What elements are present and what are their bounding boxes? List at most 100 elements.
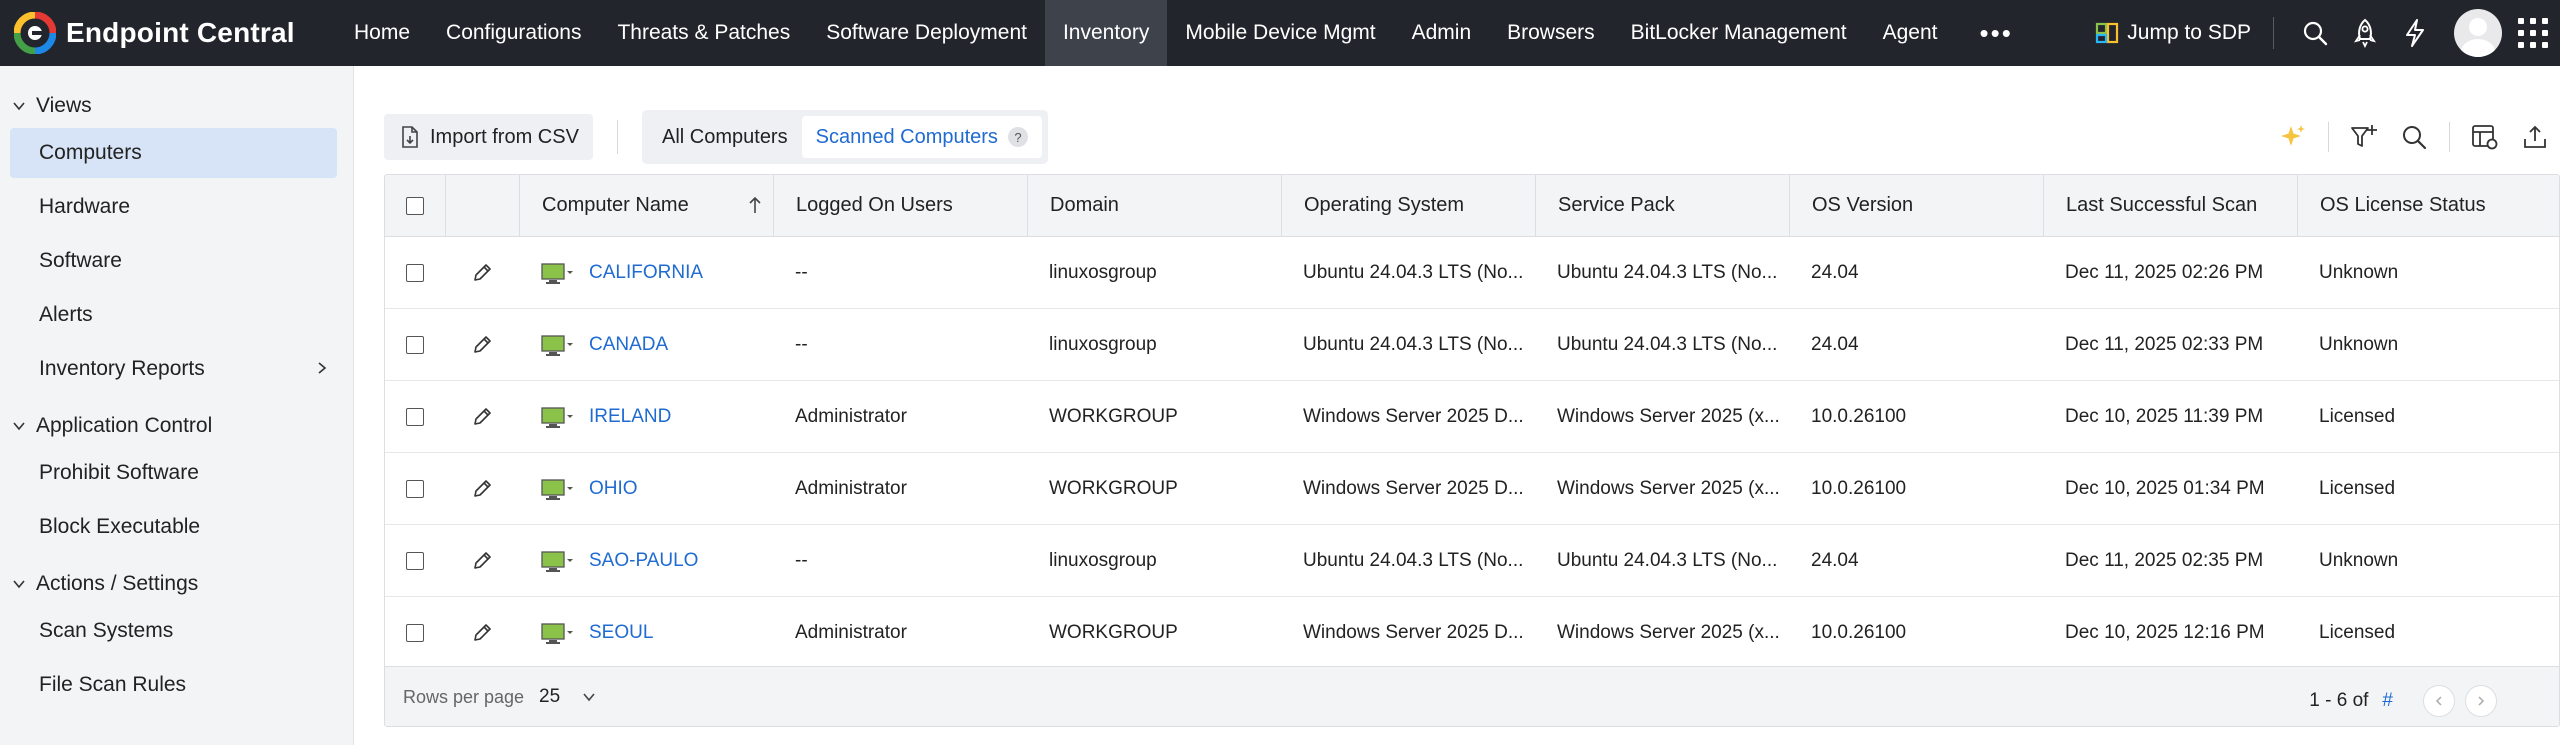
operating-system-cell: Ubuntu 24.04.3 LTS (No... <box>1303 261 1524 283</box>
edit-cell <box>445 453 519 524</box>
pencil-icon[interactable] <box>471 622 493 644</box>
table-row[interactable]: IRELAND Administrator WORKGROUP Windows Ser… <box>385 381 2559 453</box>
row-checkbox[interactable] <box>406 551 424 570</box>
computer-icon[interactable] <box>541 621 575 645</box>
column-header-domain[interactable]: Domain <box>1027 175 1281 236</box>
more-menu-icon[interactable]: ••• <box>1956 0 2037 66</box>
last-scan-cell: Dec 10, 2025 01:34 PM <box>2065 477 2265 499</box>
endpoint-central-logo <box>14 12 56 54</box>
nav-mobile-device-mgmt[interactable]: Mobile Device Mgmt <box>1167 0 1393 66</box>
nav-admin[interactable]: Admin <box>1394 0 1490 66</box>
computer-name-link[interactable]: CANADA <box>589 334 668 356</box>
select-all-checkbox[interactable] <box>406 196 424 215</box>
table-row[interactable]: OHIO Administrator WORKGROUP Windows Server… <box>385 453 2559 525</box>
main-content: Import from CSV All Computers Scanned Co… <box>354 66 2560 745</box>
service-pack-cell: Windows Server 2025 (x... <box>1557 477 1780 499</box>
nav-home[interactable]: Home <box>336 0 428 66</box>
tab-all-computers[interactable]: All Computers <box>648 116 802 158</box>
search-icon[interactable] <box>2397 120 2431 154</box>
sort-ascending-icon[interactable] <box>747 195 763 215</box>
lightning-icon[interactable] <box>2399 17 2431 49</box>
jump-to-sdp-button[interactable]: Jump to SDP <box>2095 21 2251 45</box>
row-checkbox[interactable] <box>406 263 424 282</box>
rows-per-page-label: Rows per page <box>403 687 525 707</box>
column-settings-icon[interactable] <box>2468 120 2502 154</box>
sidebar-item-inventory-reports[interactable]: Inventory Reports <box>10 344 337 394</box>
sidebar-item-block-executable[interactable]: Block Executable <box>10 502 337 552</box>
computer-name-link[interactable]: SAO-PAULO <box>589 550 698 572</box>
column-header-computer-name[interactable]: Computer Name <box>519 175 773 236</box>
sidebar-item-hardware[interactable]: Hardware <box>10 182 337 232</box>
column-header-service-pack[interactable]: Service Pack <box>1535 175 1789 236</box>
sidebar-item-prohibit-software[interactable]: Prohibit Software <box>10 448 337 498</box>
computer-icon[interactable] <box>541 405 575 429</box>
search-icon[interactable] <box>2299 17 2331 49</box>
edit-cell <box>445 525 519 596</box>
table-row[interactable]: CANADA -- linuxosgroup Ubuntu 24.04.3 LTS (… <box>385 309 2559 381</box>
next-page-button[interactable] <box>2465 685 2497 717</box>
column-header-os-license-status[interactable]: OS License Status <box>2297 175 2559 236</box>
row-checkbox[interactable] <box>406 335 424 354</box>
table-row[interactable]: SEOUL Administrator WORKGROUP Windows Serve… <box>385 597 2559 669</box>
nav-agent[interactable]: Agent <box>1865 0 1956 66</box>
table-row[interactable]: SAO-PAULO -- linuxosgroup Ubuntu 24.04.3 LT… <box>385 525 2559 597</box>
sparkle-icon[interactable] <box>2276 120 2310 154</box>
nav-inventory[interactable]: Inventory <box>1044 0 1168 66</box>
sidebar-group-actions-settings[interactable]: Actions / Settings <box>0 562 353 606</box>
brand[interactable]: Endpoint Central <box>14 0 295 66</box>
chevron-down-icon[interactable] <box>581 689 597 705</box>
previous-page-button[interactable] <box>2423 685 2455 717</box>
sidebar-group-label: Views <box>36 94 92 117</box>
table-header: Computer Name Logged On Users Domain Ope… <box>385 175 2559 237</box>
help-icon[interactable]: ? <box>1007 127 1028 147</box>
nav-bitlocker-management[interactable]: BitLocker Management <box>1613 0 1865 66</box>
add-filter-icon[interactable] <box>2347 120 2381 154</box>
row-checkbox[interactable] <box>406 623 424 642</box>
total-count-link[interactable]: # <box>2382 690 2393 712</box>
import-from-csv-button[interactable]: Import from CSV <box>384 114 593 160</box>
apps-grid-icon[interactable] <box>2516 16 2550 50</box>
pencil-icon[interactable] <box>471 262 493 284</box>
computer-icon[interactable] <box>541 261 575 285</box>
rocket-icon[interactable] <box>2349 17 2381 49</box>
pencil-icon[interactable] <box>471 550 493 572</box>
nav-configurations[interactable]: Configurations <box>428 0 599 66</box>
rows-per-page-select[interactable]: 25 <box>539 686 560 708</box>
sidebar-item-software[interactable]: Software <box>10 236 337 286</box>
table-row[interactable]: CALIFORNIA -- linuxosgroup Ubuntu 24.04.3 L… <box>385 237 2559 309</box>
operating-system-cell: Ubuntu 24.04.3 LTS (No... <box>1303 333 1524 355</box>
column-header-last-successful-scan[interactable]: Last Successful Scan <box>2043 175 2297 236</box>
computer-name-link[interactable]: IRELAND <box>589 406 671 428</box>
sidebar-item-scan-systems[interactable]: Scan Systems <box>10 606 337 656</box>
computer-name-cell: CALIFORNIA <box>519 237 773 308</box>
tab-scanned-computers[interactable]: Scanned Computers ? <box>801 116 1042 158</box>
os-version-cell: 10.0.26100 <box>1811 405 1907 427</box>
logged-on-users-cell: Administrator <box>795 621 907 643</box>
service-pack-cell: Windows Server 2025 (x... <box>1557 405 1780 427</box>
pencil-icon[interactable] <box>471 478 493 500</box>
sidebar-group-views[interactable]: Views <box>0 84 353 128</box>
column-header-logged-on-users[interactable]: Logged On Users <box>773 175 1027 236</box>
computer-name-link[interactable]: CALIFORNIA <box>589 262 703 284</box>
user-avatar[interactable] <box>2454 9 2502 57</box>
row-select-cell <box>385 309 445 380</box>
nav-threats-patches[interactable]: Threats & Patches <box>599 0 808 66</box>
sidebar-item-file-scan-rules[interactable]: File Scan Rules <box>10 660 337 710</box>
sidebar-item-computers[interactable]: Computers <box>10 128 337 178</box>
pencil-icon[interactable] <box>471 406 493 428</box>
sidebar-group-application-control[interactable]: Application Control <box>0 404 353 448</box>
column-header-os-version[interactable]: OS Version <box>1789 175 2043 236</box>
row-checkbox[interactable] <box>406 407 424 426</box>
computer-icon[interactable] <box>541 477 575 501</box>
export-icon[interactable] <box>2518 120 2552 154</box>
computer-name-link[interactable]: OHIO <box>589 478 638 500</box>
computer-name-link[interactable]: SEOUL <box>589 622 653 644</box>
pencil-icon[interactable] <box>471 334 493 356</box>
nav-browsers[interactable]: Browsers <box>1489 0 1613 66</box>
nav-software-deployment[interactable]: Software Deployment <box>808 0 1045 66</box>
sidebar-item-alerts[interactable]: Alerts <box>10 290 337 340</box>
computer-icon[interactable] <box>541 549 575 573</box>
column-header-operating-system[interactable]: Operating System <box>1281 175 1535 236</box>
computer-icon[interactable] <box>541 333 575 357</box>
row-checkbox[interactable] <box>406 479 424 498</box>
